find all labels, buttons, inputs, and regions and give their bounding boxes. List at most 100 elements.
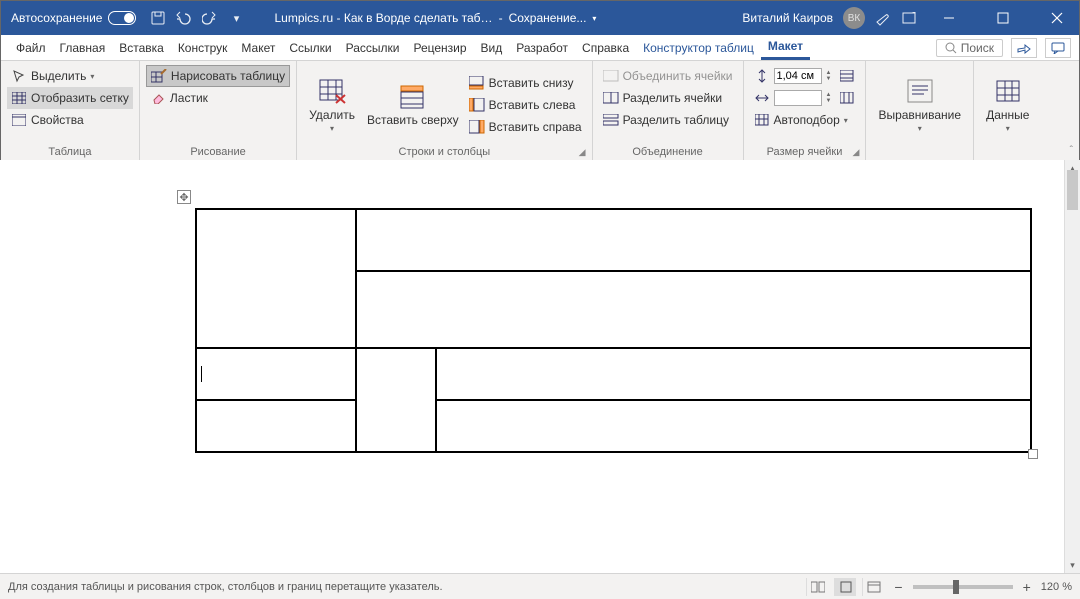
alignment-button[interactable]: Выравнивание ▾ [872,72,967,137]
split-cells-button[interactable]: Разделить ячейки [599,87,737,109]
user-name[interactable]: Виталий Каиров [742,11,833,25]
alignment-icon [905,76,935,106]
status-hint: Для создания таблицы и рисования строк, … [8,581,443,593]
table-move-handle-icon[interactable]: ✥ [177,190,191,204]
document-area: ✥ ▴ [0,160,1080,573]
zoom-in-icon[interactable]: + [1019,579,1035,595]
ribbon: Выделить ▾ Отобразить сетку Свойства Таб… [1,61,1079,161]
group-label-table: Таблица [7,144,133,160]
zoom-out-icon[interactable]: − [890,579,906,595]
ribbon-display-options-icon[interactable] [901,10,917,26]
row-height-icon [754,68,770,84]
tab-help[interactable]: Справка [575,35,636,60]
width-field[interactable] [774,90,822,106]
select-button[interactable]: Выделить ▾ [7,65,133,87]
drawn-table[interactable]: ✥ [195,208,1032,453]
tab-layout[interactable]: Макет [234,35,282,60]
collapse-ribbon-icon[interactable]: ˆ [1070,145,1073,156]
insert-below-button[interactable]: Вставить снизу [465,72,586,94]
chevron-down-icon: ▾ [90,72,94,81]
col-width-input[interactable]: ▲▼ [750,87,860,109]
insert-left-icon [469,97,485,113]
view-gridlines-button[interactable]: Отобразить сетку [7,87,133,109]
tab-table-design[interactable]: Конструктор таблиц [636,35,761,60]
eraser-icon [150,90,166,106]
maximize-button[interactable] [981,1,1025,35]
tab-home[interactable]: Главная [53,35,113,60]
chevron-down-icon: ▾ [1006,124,1010,133]
close-button[interactable] [1035,1,1079,35]
share-button[interactable] [1011,38,1037,58]
insert-below-icon [469,75,485,91]
title-separator: - [499,11,503,25]
document-page[interactable]: ✥ [0,160,1064,573]
status-bar: Для создания таблицы и рисования строк, … [0,573,1080,599]
vertical-scrollbar[interactable]: ▴ ▾ [1064,160,1080,573]
read-mode-icon[interactable] [806,578,828,596]
data-button[interactable]: Данные ▾ [980,72,1035,137]
tab-mailings[interactable]: Рассылки [339,35,407,60]
split-cells-icon [603,90,619,106]
height-field[interactable] [774,68,822,84]
minimize-button[interactable] [927,1,971,35]
qat-customize-icon[interactable]: ▾ [228,10,244,26]
scroll-down-icon[interactable]: ▾ [1065,557,1080,573]
ribbon-tabs: Файл Главная Вставка Конструк Макет Ссыл… [1,35,1079,61]
spinner-icon[interactable]: ▲▼ [826,92,832,104]
title-bar: Автосохранение ▾ Lumpics.ru - Как в Ворд… [1,1,1079,35]
split-table-button[interactable]: Разделить таблицу [599,109,737,131]
row-height-input[interactable]: ▲▼ [750,65,860,87]
distribute-cols-icon[interactable] [839,90,855,106]
insert-right-icon [469,119,485,135]
autofit-button[interactable]: Автоподбор ▾ [750,109,860,131]
split-table-icon [603,112,619,128]
print-layout-icon[interactable] [834,578,856,596]
delete-button[interactable]: Удалить ▾ [303,72,361,137]
save-icon[interactable] [150,10,166,26]
cursor-icon [11,68,27,84]
draw-mode-icon[interactable] [875,10,891,26]
eraser-button[interactable]: Ластик [146,87,290,109]
undo-icon[interactable] [176,10,192,26]
comments-button[interactable] [1045,38,1071,58]
search-box[interactable]: Поиск [936,39,1003,57]
web-layout-icon[interactable] [862,578,884,596]
spinner-icon[interactable]: ▲▼ [826,70,832,82]
merge-cells-button[interactable]: Объединить ячейки [599,65,737,87]
tab-view[interactable]: Вид [474,35,510,60]
insert-left-button[interactable]: Вставить слева [465,94,586,116]
search-placeholder: Поиск [961,41,994,55]
zoom-level[interactable]: 120 % [1041,581,1072,593]
tab-insert[interactable]: Вставка [112,35,171,60]
scrollbar-thumb[interactable] [1067,170,1078,210]
insert-above-icon [398,82,428,112]
dialog-launcher-icon[interactable]: ◢ [853,147,860,158]
zoom-slider-thumb[interactable] [953,580,959,594]
user-avatar[interactable]: ВК [843,7,865,29]
redo-icon[interactable] [202,10,218,26]
tab-table-layout[interactable]: Макет [761,35,810,60]
zoom-slider[interactable] [913,585,1013,589]
grid-icon [11,90,27,106]
tab-references[interactable]: Ссылки [282,35,338,60]
saving-status-dropdown-icon[interactable]: ▾ [592,14,596,23]
properties-icon [11,112,27,128]
insert-right-button[interactable]: Вставить справа [465,116,586,138]
tab-file[interactable]: Файл [9,35,53,60]
distribute-rows-icon[interactable] [839,68,855,84]
draw-table-button[interactable]: Нарисовать таблицу [146,65,290,87]
chevron-down-icon: ▾ [330,124,334,133]
table-resize-handle-icon[interactable] [1028,449,1038,459]
properties-button[interactable]: Свойства [7,109,133,131]
tab-review[interactable]: Рецензир [406,35,473,60]
tab-design[interactable]: Конструк [171,35,235,60]
group-rows-columns: Удалить ▾ Вставить сверху Вставить снизу… [297,61,592,160]
autosave-toggle[interactable] [108,11,136,25]
insert-above-button[interactable]: Вставить сверху [361,78,465,131]
group-draw: Нарисовать таблицу Ластик Рисование [140,61,297,160]
tab-developer[interactable]: Разработ [509,35,575,60]
draw-table-icon [151,68,167,84]
group-data: Данные ▾ [974,61,1041,160]
dialog-launcher-icon[interactable]: ◢ [579,147,586,158]
merge-cells-icon [603,68,619,84]
